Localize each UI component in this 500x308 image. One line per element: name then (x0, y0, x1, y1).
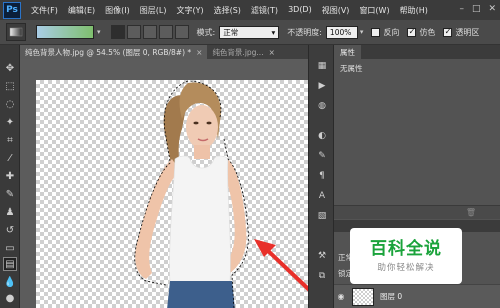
character-panel-icon[interactable]: A (315, 189, 329, 203)
chevron-down-icon: ▾ (271, 27, 276, 37)
paragraph-panel-icon[interactable]: ¶ (315, 169, 329, 183)
transparency-label: 透明区 (455, 27, 480, 37)
styles-panel-icon[interactable]: ▧ (315, 209, 329, 223)
canvas-area[interactable] (20, 59, 308, 308)
move-tool-icon[interactable]: ✥ (3, 61, 17, 75)
menu-select[interactable]: 选择(S) (214, 5, 241, 16)
minimize-button[interactable]: – (459, 4, 464, 14)
transparency-checkbox[interactable]: ✓ 透明区 (443, 27, 479, 38)
diamond-gradient-button[interactable] (174, 25, 189, 39)
panel-dock-strip: ▦ ▶ ◍ ◐ ✎ ¶ A ▧ ⚒ ⧉ (308, 45, 334, 308)
mode-select[interactable]: 正常 ▾ (219, 25, 280, 39)
actions-panel-icon[interactable]: ▶ (315, 79, 329, 93)
radial-gradient-button[interactable] (126, 25, 141, 39)
menu-3d[interactable]: 3D(D) (288, 5, 312, 16)
layer-row[interactable]: ◉ 图层 0 (334, 284, 500, 308)
menu-type[interactable]: 文字(Y) (176, 5, 203, 16)
tab-document-1[interactable]: 纯色背景人物.jpg @ 54.5% (图层 0, RGB/8#) * × (20, 45, 208, 59)
dither-label: 仿色 (419, 27, 436, 37)
annotation-arrow (254, 239, 308, 292)
opacity-value: 100% (329, 27, 352, 37)
reflected-gradient-button[interactable] (158, 25, 173, 39)
eyedropper-tool-icon[interactable]: ⁄ (3, 151, 17, 165)
gradient-tool-icon-active[interactable]: ▤ (3, 257, 17, 271)
menu-edit[interactable]: 编辑(E) (68, 5, 95, 16)
document-tabs: 纯色背景人物.jpg @ 54.5% (图层 0, RGB/8#) * × 纯色… (20, 45, 308, 59)
transparency-checkbox-box[interactable]: ✓ (443, 27, 453, 37)
window-controls: – □ ✕ (459, 4, 496, 14)
tab-document-1-close-icon[interactable]: × (196, 48, 202, 57)
opacity-dropdown-icon[interactable]: ▾ (360, 28, 364, 36)
menu-image[interactable]: 图像(I) (105, 5, 130, 16)
reverse-checkbox-box[interactable] (371, 27, 381, 37)
tool-presets-panel-icon[interactable]: ⚒ (315, 249, 329, 263)
gradient-tool-preset[interactable] (6, 23, 26, 41)
tab-properties[interactable]: 属性 (334, 45, 361, 59)
gradient-dropdown-icon[interactable]: ▾ (97, 28, 101, 36)
adjustments-panel-icon[interactable]: ◐ (315, 129, 329, 143)
menu-window[interactable]: 窗口(W) (359, 5, 389, 16)
menu-layer[interactable]: 图层(L) (140, 5, 167, 16)
mode-value: 正常 (223, 27, 239, 37)
dither-checkbox-box[interactable]: ✓ (407, 27, 417, 37)
angle-gradient-button[interactable] (142, 25, 157, 39)
eraser-tool-icon[interactable]: ▭ (3, 241, 17, 255)
visibility-eye-icon[interactable]: ◉ (334, 292, 348, 301)
menu-filter[interactable]: 滤镜(T) (251, 5, 278, 16)
watermark-logo: 百科全说 助你轻松解决 (350, 228, 462, 284)
menu-help[interactable]: 帮助(H) (400, 5, 428, 16)
linear-gradient-button[interactable] (110, 25, 125, 39)
crop-tool-icon[interactable]: ⌗ (3, 133, 17, 147)
layer-name: 图层 0 (380, 292, 403, 301)
blur-tool-icon[interactable]: 💧 (3, 275, 17, 289)
marquee-tool-icon[interactable]: ⬚ (3, 79, 17, 93)
menu-bar: Ps 文件(F) 编辑(E) 图像(I) 图层(L) 文字(Y) 选择(S) 滤… (0, 0, 500, 20)
history-brush-tool-icon[interactable]: ↺ (3, 223, 17, 237)
lasso-tool-icon[interactable]: ◌ (3, 97, 17, 111)
opacity-input[interactable]: 100% (325, 25, 358, 39)
gradient-picker[interactable] (36, 25, 94, 39)
watermark-subtitle: 助你轻松解决 (377, 263, 435, 273)
magic-wand-tool-icon[interactable]: ✦ (3, 115, 17, 129)
toolbox: ✥ ⬚ ◌ ✦ ⌗ ⁄ ✚ ✎ ♟ ↺ ▭ ▤ 💧 ● (0, 45, 20, 308)
gradient-tool-icon (9, 27, 23, 37)
watermark-title: 百科全说 (370, 239, 442, 259)
properties-footer: 🗑 (334, 205, 500, 219)
brush-panel-icon[interactable]: ✎ (315, 149, 329, 163)
layer-thumbnail (352, 287, 374, 306)
tab-document-2-close-icon[interactable]: × (269, 48, 275, 57)
trash-icon[interactable]: 🗑 (466, 208, 476, 217)
reverse-label: 反向 (383, 27, 400, 37)
menu-file[interactable]: 文件(F) (31, 5, 58, 16)
maximize-button[interactable]: □ (472, 4, 481, 14)
close-button[interactable]: ✕ (488, 4, 496, 14)
menu-view[interactable]: 视图(V) (322, 5, 350, 16)
dither-checkbox[interactable]: ✓ 仿色 (407, 27, 435, 38)
dodge-tool-icon[interactable]: ● (3, 291, 17, 305)
history-panel-icon[interactable]: ▦ (315, 59, 329, 73)
properties-body: 无属性 (340, 64, 363, 73)
mode-label: 模式: (196, 27, 216, 37)
tab-document-2-label: 纯色背景.jpg... (212, 47, 264, 57)
healing-brush-tool-icon[interactable]: ✚ (3, 169, 17, 183)
info-panel-icon[interactable]: ◍ (315, 99, 329, 113)
channels-panel-icon[interactable]: ⧉ (315, 269, 329, 283)
tab-document-1-label: 纯色背景人物.jpg @ 54.5% (图层 0, RGB/8#) * (25, 47, 192, 57)
brush-tool-icon[interactable]: ✎ (3, 187, 17, 201)
arrow-shaft (262, 245, 308, 292)
gradient-type-buttons (110, 25, 189, 39)
opacity-label: 不透明度: (287, 27, 322, 37)
tab-document-2[interactable]: 纯色背景.jpg... × (207, 45, 279, 59)
options-bar: ▾ 模式: 正常 ▾ 不透明度: 100% ▾ 反向 ✓ 仿色 ✓ 透明区 (0, 20, 500, 45)
properties-panel-tabs: 属性 (334, 45, 500, 59)
reverse-checkbox[interactable]: 反向 (371, 27, 399, 38)
photoshop-logo: Ps (3, 1, 21, 19)
stamp-tool-icon[interactable]: ♟ (3, 205, 17, 219)
menu-items: 文件(F) 编辑(E) 图像(I) 图层(L) 文字(Y) 选择(S) 滤镜(T… (31, 5, 438, 16)
